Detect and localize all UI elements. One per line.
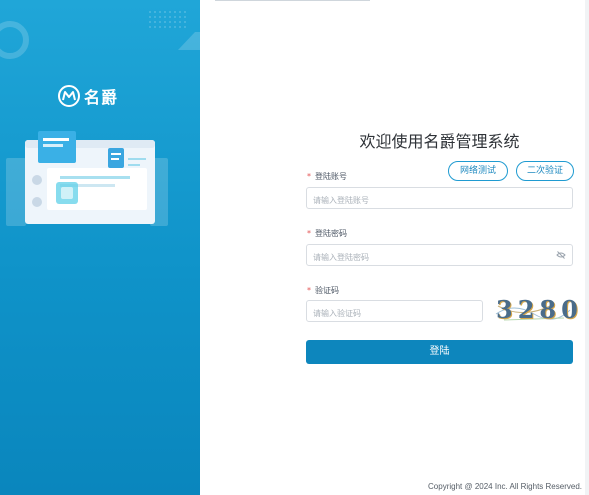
scrollbar-track[interactable] <box>585 0 589 495</box>
account-field[interactable] <box>306 187 573 211</box>
password-input[interactable] <box>307 247 572 268</box>
password-label-text: 登陆密码 <box>315 229 347 238</box>
account-label-text: 登陆账号 <box>315 172 347 181</box>
logo-mark-icon <box>58 85 80 107</box>
dashboard-illustration <box>6 131 168 226</box>
captcha-image[interactable]: 3280 <box>494 295 578 324</box>
captcha-label-text: 验证码 <box>315 286 339 295</box>
captcha-code: 3280 <box>496 295 583 324</box>
network-test-button[interactable]: 网络测试 <box>448 161 508 181</box>
captcha-label: * 验证码 <box>307 285 339 296</box>
two-factor-button[interactable]: 二次验证 <box>516 161 574 181</box>
captcha-input[interactable] <box>307 303 482 324</box>
page-title: 欢迎使用名爵管理系统 <box>359 132 520 151</box>
required-mark: * <box>307 229 311 238</box>
required-mark: * <box>307 172 311 181</box>
top-divider <box>215 0 370 1</box>
password-label: * 登陆密码 <box>307 228 347 239</box>
brand-name: 名爵 <box>84 88 119 107</box>
hide-password-icon[interactable] <box>556 250 566 260</box>
captcha-field[interactable] <box>306 300 483 324</box>
required-mark: * <box>307 286 311 295</box>
brand-panel: 名爵 <box>0 0 200 495</box>
login-button[interactable]: 登陆 <box>306 340 573 364</box>
account-input[interactable] <box>307 190 572 211</box>
copyright-text: Copyright @ 2024 Inc. All Rights Reserve… <box>428 482 582 491</box>
password-field[interactable] <box>306 244 573 268</box>
account-label: * 登陆账号 <box>307 171 347 182</box>
brand-logo: 名爵 <box>58 84 118 108</box>
